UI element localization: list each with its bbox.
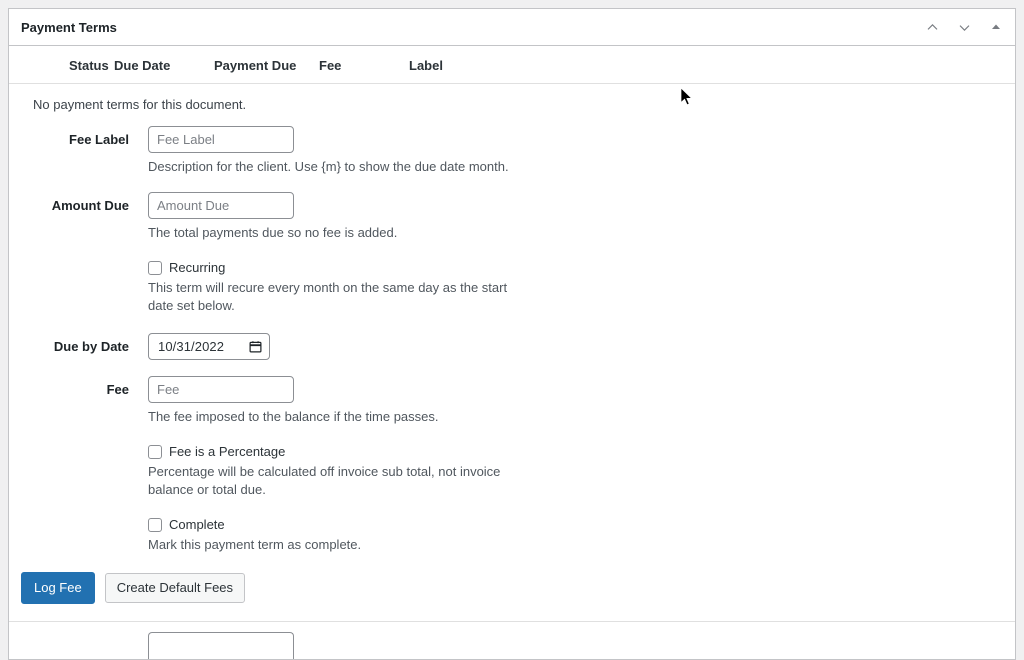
fee-label-input[interactable] xyxy=(148,126,294,153)
payment-term-form: Fee Label Description for the client. Us… xyxy=(9,112,1015,659)
fee-is-percentage-checkbox[interactable] xyxy=(148,445,162,459)
column-header-fee: Fee xyxy=(319,46,409,84)
fee-field-group: The fee imposed to the balance if the ti… xyxy=(129,376,1015,426)
fee-label-help-text: Description for the client. Use {m} to s… xyxy=(148,158,523,176)
recurring-block: Recurring This term will recure every mo… xyxy=(9,260,1015,315)
panel-header: Payment Terms xyxy=(9,9,1015,46)
form-row-due-by-date: Due by Date 10/31/2022 xyxy=(9,333,1015,360)
payment-terms-panel: Payment Terms xyxy=(8,8,1016,660)
table-header-spacer xyxy=(9,46,69,84)
complete-help-text: Mark this payment term as complete. xyxy=(148,536,523,554)
complete-checkbox-row[interactable]: Complete xyxy=(148,517,1015,532)
payment-terms-table: Status Due Date Payment Due Fee Label xyxy=(9,46,1015,84)
recurring-checkbox-row[interactable]: Recurring xyxy=(148,260,1015,275)
panel-header-controls xyxy=(917,12,1011,42)
next-form-input-partial[interactable] xyxy=(148,632,294,659)
toggle-panel-icon[interactable] xyxy=(981,12,1011,42)
fee-label-label: Fee Label xyxy=(9,126,129,147)
due-by-date-value: 10/31/2022 xyxy=(158,339,224,354)
fee-input[interactable] xyxy=(148,376,294,403)
recurring-label[interactable]: Recurring xyxy=(169,260,225,275)
table-header-row: Status Due Date Payment Due Fee Label xyxy=(9,46,1015,84)
amount-due-help-text: The total payments due so no fee is adde… xyxy=(148,224,523,242)
complete-label[interactable]: Complete xyxy=(169,517,225,532)
fee-is-percentage-label[interactable]: Fee is a Percentage xyxy=(169,444,285,459)
due-by-date-input[interactable]: 10/31/2022 xyxy=(148,333,270,360)
form-row-fee-label: Fee Label Description for the client. Us… xyxy=(9,126,1015,176)
recurring-help-text: This term will recure every month on the… xyxy=(148,279,523,315)
fee-label: Fee xyxy=(9,376,129,397)
due-by-date-field-group: 10/31/2022 xyxy=(129,333,1015,360)
log-fee-button[interactable]: Log Fee xyxy=(21,572,95,604)
panel-body: Status Due Date Payment Due Fee Label No… xyxy=(9,46,1015,659)
column-header-label: Label xyxy=(409,46,1015,84)
column-header-payment-due: Payment Due xyxy=(214,46,319,84)
due-by-date-label: Due by Date xyxy=(9,333,129,354)
amount-due-label: Amount Due xyxy=(9,192,129,213)
empty-state-message: No payment terms for this document. xyxy=(9,84,1015,112)
form-row-fee: Fee The fee imposed to the balance if th… xyxy=(9,376,1015,426)
form-actions: Log Fee Create Default Fees xyxy=(9,554,1015,604)
move-up-icon[interactable] xyxy=(917,12,947,42)
create-default-fees-button[interactable]: Create Default Fees xyxy=(105,573,245,603)
fee-is-percentage-block: Fee is a Percentage Percentage will be c… xyxy=(9,444,1015,499)
section-divider xyxy=(9,621,1015,622)
page-title: Payment Terms xyxy=(21,21,117,34)
complete-block: Complete Mark this payment term as compl… xyxy=(9,517,1015,554)
fee-is-percentage-checkbox-row[interactable]: Fee is a Percentage xyxy=(148,444,1015,459)
move-down-icon[interactable] xyxy=(949,12,979,42)
form-row-amount-due: Amount Due The total payments due so no … xyxy=(9,192,1015,242)
fee-label-field-group: Description for the client. Use {m} to s… xyxy=(129,126,1015,176)
amount-due-input[interactable] xyxy=(148,192,294,219)
fee-is-percentage-help-text: Percentage will be calculated off invoic… xyxy=(148,463,528,499)
recurring-checkbox[interactable] xyxy=(148,261,162,275)
complete-checkbox[interactable] xyxy=(148,518,162,532)
fee-help-text: The fee imposed to the balance if the ti… xyxy=(148,408,523,426)
column-header-status: Status xyxy=(69,46,114,84)
amount-due-field-group: The total payments due so no fee is adde… xyxy=(129,192,1015,242)
calendar-icon[interactable] xyxy=(249,340,262,353)
column-header-due-date: Due Date xyxy=(114,46,214,84)
